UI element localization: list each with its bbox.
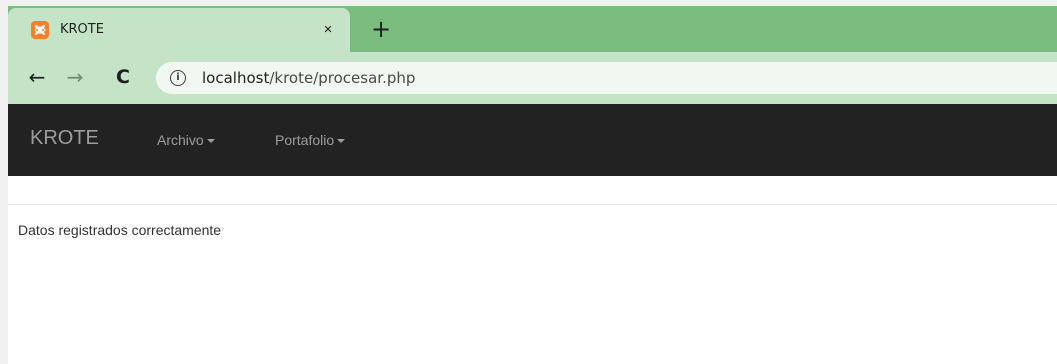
info-icon[interactable]: i bbox=[170, 70, 186, 86]
nav-item-label: Archivo bbox=[157, 132, 204, 148]
back-arrow-icon[interactable]: ← bbox=[22, 62, 52, 92]
browser-toolbar: ← → C i localhost/krote/procesar.php bbox=[8, 52, 1057, 104]
reload-icon[interactable]: C bbox=[108, 62, 138, 92]
tab-title: KROTE bbox=[60, 22, 104, 37]
navbar-brand[interactable]: KROTE bbox=[30, 127, 99, 150]
nav-item-label: Portafolio bbox=[275, 132, 335, 148]
forward-arrow-icon[interactable]: → bbox=[60, 62, 90, 92]
close-tab-icon[interactable]: × bbox=[316, 18, 340, 42]
url-text[interactable]: localhost/krote/procesar.php bbox=[202, 69, 415, 87]
success-message: Datos registrados correctamente bbox=[18, 222, 222, 238]
new-tab-button[interactable]: + bbox=[366, 14, 396, 44]
site-navbar: KROTE Archivo Portafolio bbox=[8, 104, 1057, 176]
nav-item-portafolio[interactable]: Portafolio bbox=[275, 132, 346, 148]
nav-item-archivo[interactable]: Archivo bbox=[157, 132, 215, 148]
content-divider bbox=[8, 204, 1057, 205]
tab-strip: KROTE × + bbox=[8, 6, 1057, 52]
address-bar[interactable]: i localhost/krote/procesar.php bbox=[156, 62, 1057, 94]
caret-down-icon bbox=[206, 139, 215, 144]
url-path: /krote/procesar.php bbox=[269, 69, 416, 87]
caret-down-icon bbox=[337, 139, 346, 144]
xampp-icon bbox=[31, 21, 49, 39]
browser-tab[interactable]: KROTE × bbox=[8, 8, 350, 52]
url-host: localhost bbox=[202, 69, 270, 87]
browser-window: KROTE × + ← → C i localhost/krote/proces… bbox=[8, 6, 1057, 364]
